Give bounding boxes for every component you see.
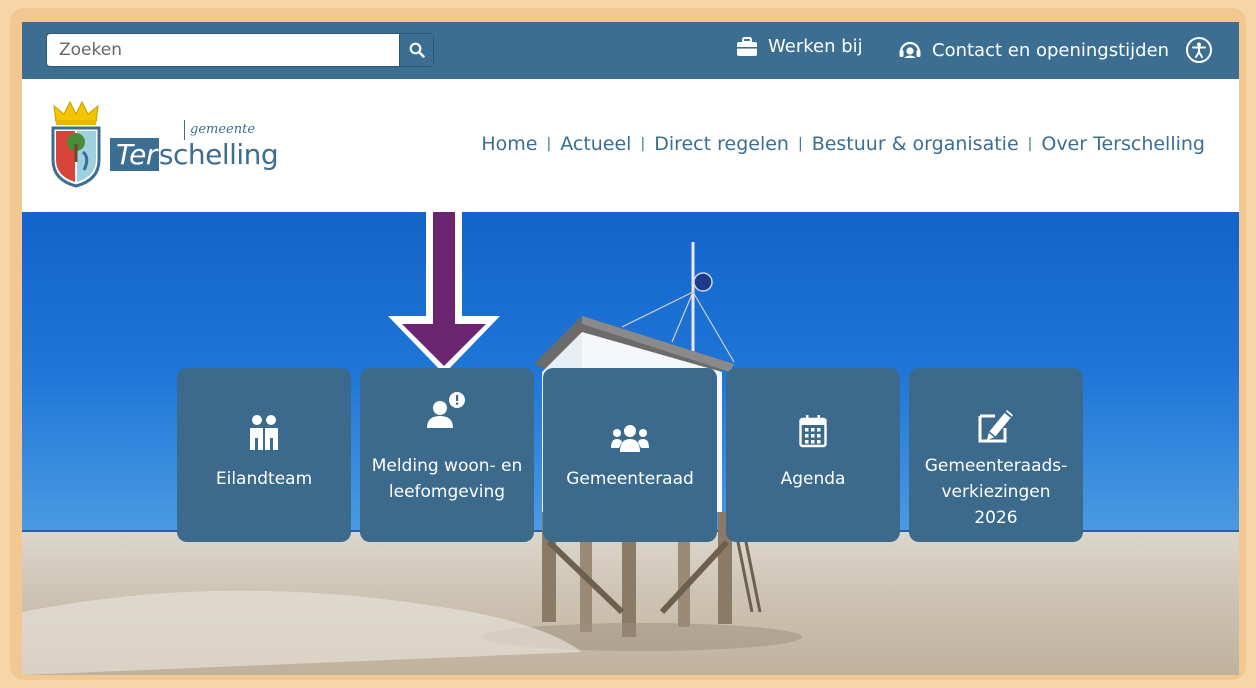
werken-bij-link[interactable]: Werken bij [736,36,863,57]
calendar-icon [799,415,827,448]
search-button[interactable] [399,34,433,66]
site-header: gemeente Ter schelling Home | Actueel | D… [22,79,1239,212]
tile-label-line2: leefomgeving [388,482,506,502]
nav-separator: | [546,136,552,152]
search-icon [409,42,425,58]
tile-label: Gemeenteraads- verkiezingen 2026 [919,453,1073,531]
tile-label-line1: Melding woon- en [371,456,523,476]
nav-separator: | [797,136,803,152]
tile-eilandteam[interactable]: Eilandteam [177,368,351,542]
briefcase-icon [737,36,757,56]
search-input[interactable] [47,34,401,66]
search-box [46,33,434,67]
down-arrow-icon [388,212,500,374]
tile-gemeenteraad[interactable]: Gemeenteraad [543,368,717,542]
nav-separator: | [640,136,646,152]
contact-link[interactable]: Contact en openingstijden [898,36,1213,64]
nav-item-actueel[interactable]: Actueel [560,133,631,155]
tile-label: Eilandteam [215,469,313,489]
tile-label: Gemeenteraad [566,469,694,489]
main-nav: Home | Actueel | Direct regelen | Bestuu… [481,133,1205,155]
logo-name-suffix: schelling [158,138,279,171]
tile-agenda[interactable]: Agenda [726,368,900,542]
nav-item-direct-regelen[interactable]: Direct regelen [654,133,789,155]
council-icon [611,425,649,452]
nav-separator: | [1027,136,1033,152]
logo-name-prefix: Ter [110,138,159,171]
page: Werken bij Contact en openingstijden [22,22,1239,675]
logo-name: Ter schelling [110,138,279,171]
tile-label-line1: Gemeenteraads- [924,456,1068,476]
coat-of-arms-icon [51,100,101,188]
terschelling-logo[interactable]: gemeente Ter schelling [50,100,279,195]
tile-label: Agenda [780,469,846,489]
headset-icon [899,41,921,58]
nav-item-home[interactable]: Home [481,133,537,155]
nav-item-over-terschelling[interactable]: Over Terschelling [1041,133,1205,155]
tile-gemeenteraadsverkiezingen-2026[interactable]: Gemeenteraads- verkiezingen 2026 [909,368,1083,542]
nav-item-bestuur[interactable]: Bestuur & organisatie [812,133,1019,155]
tile-melding-woon-leefomgeving[interactable]: Melding woon- en leefomgeving [360,368,534,542]
contact-label: Contact en openingstijden [932,39,1170,61]
top-bar: Werken bij Contact en openingstijden [22,22,1239,79]
werken-bij-label: Werken bij [768,36,863,57]
tile-label-line2: verkiezingen 2026 [941,482,1051,528]
logo-sub: gemeente [183,120,256,140]
accessibility-icon[interactable] [1185,36,1213,64]
team-icon [250,415,278,450]
hero-banner: Eilandteam Melding woon- en leefomgeving [22,212,1239,675]
tile-label: Melding woon- en leefomgeving [370,453,524,505]
pencil-icon [978,410,1013,443]
report-icon [427,392,465,428]
